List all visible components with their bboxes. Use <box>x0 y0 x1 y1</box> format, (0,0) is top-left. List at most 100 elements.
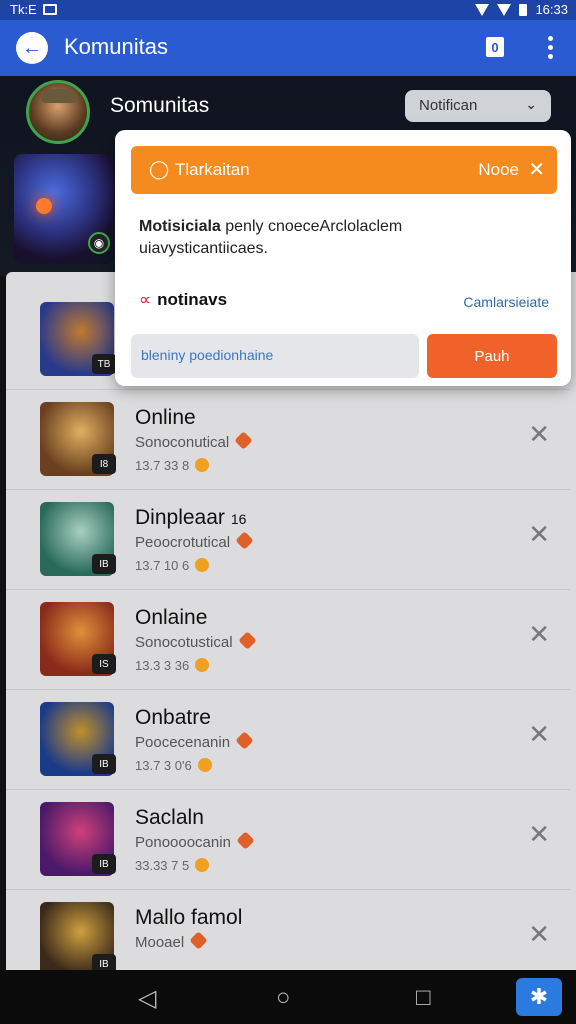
heart-icon <box>235 731 254 750</box>
member-status: Poocecenanin <box>135 731 254 751</box>
member-meta: 13.7 3 0'6 <box>135 758 212 773</box>
camera-icon[interactable]: ◉ <box>88 232 110 254</box>
sparkle-icon: ✱ <box>529 984 549 1009</box>
more-options-button[interactable] <box>548 36 554 59</box>
push-button-label: Pauh <box>474 347 510 365</box>
member-status: Sonocotustical <box>135 631 257 651</box>
list-item[interactable]: IS Onlaine Sonocotustical 13.3 3 36 ✕ <box>6 590 570 690</box>
level-badge: IB <box>92 754 116 774</box>
member-name: Saclaln <box>135 806 204 830</box>
member-status-text: Ponoooocanin <box>135 834 231 851</box>
remove-icon[interactable]: ✕ <box>528 820 550 850</box>
popup-banner-action[interactable]: Nooe <box>478 160 519 180</box>
status-bar: Tk:E 16:33 <box>0 0 576 20</box>
status-time: 16:33 <box>535 2 568 17</box>
dot-icon <box>548 36 553 41</box>
list-item[interactable]: IB Saclaln Ponoooocanin 33.33 7 5 ✕ <box>6 790 570 890</box>
remove-icon[interactable]: ✕ <box>528 620 550 650</box>
dropdown-value: Notifican <box>419 97 478 114</box>
list-item[interactable]: I8 Online Sonoconutical 13.7 33 8 ✕ <box>6 390 570 490</box>
heart-icon <box>237 631 257 650</box>
community-title: Somunitas <box>110 94 210 117</box>
level-badge: I8 <box>92 454 116 474</box>
dot-icon <box>548 54 553 59</box>
battery-icon <box>519 3 528 16</box>
popup-message-bold: Motisiciala <box>139 218 221 235</box>
remove-icon[interactable]: ✕ <box>528 520 550 550</box>
wifi-icon <box>475 3 490 16</box>
calendar-label: 0 <box>491 39 499 55</box>
member-status-text: Peoocrotutical <box>135 534 231 551</box>
heart-icon <box>235 531 254 550</box>
remove-icon[interactable]: ✕ <box>528 720 550 750</box>
floating-action-button[interactable]: ✱ <box>516 978 562 1016</box>
notification-popup: ◯ Tlarkaitan Nooe ✕ Motisiciala penly cn… <box>115 130 571 386</box>
member-name: Online <box>135 406 196 430</box>
status-left-label: Tk:E <box>10 2 37 17</box>
level-badge: IB <box>92 854 116 874</box>
popup-message-rest: penly cnoeceArclolaclem <box>220 218 403 235</box>
level-badge: TB <box>92 354 116 374</box>
heart-icon <box>236 831 255 850</box>
member-status-text: Sonoconutical <box>135 434 230 451</box>
recent-apps-icon[interactable]: □ <box>416 984 431 1012</box>
member-name: Dinpleaar 16 <box>135 506 246 530</box>
member-meta: 13.7 33 8 <box>135 458 210 473</box>
member-status-text: Poocecenanin <box>135 734 231 751</box>
member-name-text: Online <box>135 406 196 429</box>
remove-icon[interactable]: ✕ <box>528 420 550 450</box>
member-meta-text: 13.3 3 36 <box>135 658 190 673</box>
member-meta-text: 13.7 33 8 <box>135 458 190 473</box>
coin-icon <box>195 558 210 572</box>
dot-icon <box>548 45 553 50</box>
member-name-text: Mallo famol <box>135 906 243 929</box>
signal-icon <box>497 3 512 16</box>
calendar-button[interactable]: 0 <box>486 37 504 57</box>
member-meta: 13.3 3 36 <box>135 658 210 673</box>
coin-icon <box>195 658 210 672</box>
close-icon[interactable]: ✕ <box>528 157 545 181</box>
coin-icon <box>195 858 210 872</box>
heart-icon <box>189 931 208 950</box>
list-item[interactable]: IB Dinpleaar 16 Peoocrotutical 13.7 10 6 ✕ <box>6 490 570 590</box>
member-status: Mooael <box>135 931 208 951</box>
member-meta: 13.7 10 6 <box>135 558 210 573</box>
member-meta-text: 13.7 3 0'6 <box>135 758 192 773</box>
notification-input[interactable]: bleniny poedionhaine <box>131 334 419 378</box>
coin-icon <box>197 758 212 772</box>
remove-icon[interactable]: ✕ <box>528 920 550 950</box>
bell-icon: ◯ <box>149 159 170 179</box>
chevron-down-icon: ⌄ <box>525 96 537 112</box>
app-title: Komunitas <box>64 34 168 59</box>
member-name-text: Onlaine <box>135 606 208 629</box>
home-nav-icon[interactable]: ○ <box>276 984 291 1012</box>
member-name: Onlaine <box>135 606 207 630</box>
popup-message: Motisiciala penly cnoeceArclolaclem uiav… <box>139 216 539 260</box>
list-item[interactable]: IB Onbatre Poocecenanin 13.7 3 0'6 ✕ <box>6 690 570 790</box>
heart-icon <box>234 431 253 450</box>
push-button[interactable]: Pauh <box>427 334 557 378</box>
notification-dropdown[interactable]: Notifican ⌄ <box>405 90 551 122</box>
popup-banner: ◯ Tlarkaitan Nooe ✕ <box>131 146 557 194</box>
arrow-left-icon: ← <box>22 36 42 59</box>
app-bar: ← Komunitas 0 <box>0 20 576 76</box>
change-settings-link[interactable]: Camlarsieiate <box>463 294 549 310</box>
back-button[interactable]: ← <box>16 32 48 64</box>
popup-title: Tlarkaitan <box>175 160 250 179</box>
notification-type-icon: ∝ <box>139 290 152 309</box>
level-badge: IB <box>92 554 116 574</box>
notification-label: notinavs <box>157 290 228 309</box>
notification-setting: ∝ notinavs <box>139 290 227 310</box>
member-status: Sonoconutical <box>135 431 253 451</box>
member-name-text: Dinpleaar <box>135 506 225 529</box>
member-meta: 33.33 7 5 <box>135 858 210 873</box>
member-status-text: Sonocotustical <box>135 634 233 651</box>
member-name: Onbatre <box>135 706 211 730</box>
community-avatar[interactable] <box>26 80 90 144</box>
member-status-text: Mooael <box>135 934 185 951</box>
member-name-text: Saclaln <box>135 806 204 829</box>
coin-icon <box>195 458 210 472</box>
back-nav-icon[interactable]: ◁ <box>138 984 156 1013</box>
member-name-suffix: 16 <box>230 511 247 527</box>
popup-message-line2: uiavysticantiicaes. <box>139 240 268 257</box>
